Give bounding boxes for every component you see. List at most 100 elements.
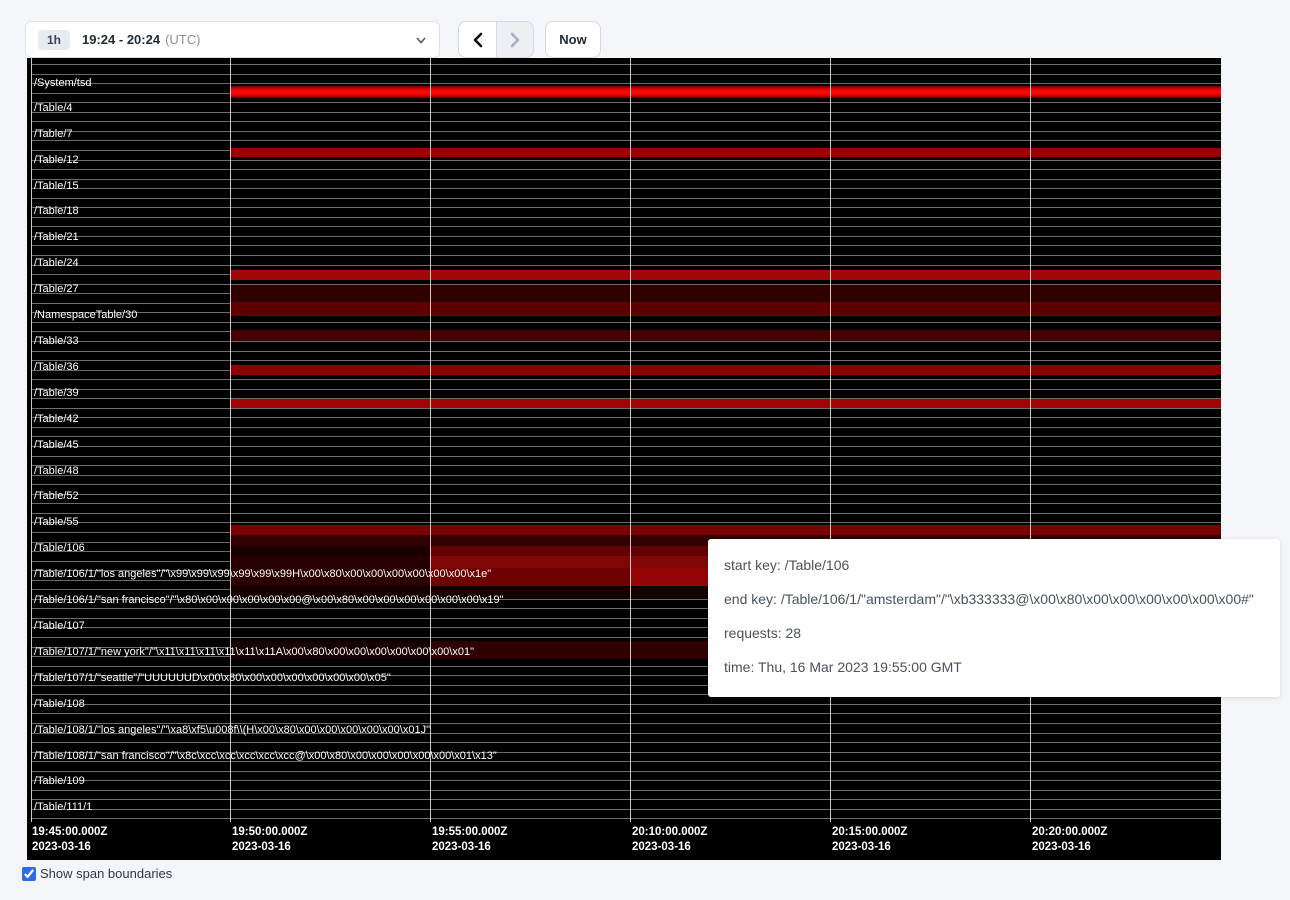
chevron-down-icon bbox=[415, 34, 427, 46]
time-gridline bbox=[1030, 58, 1031, 822]
row-key-label: /Table/48 bbox=[34, 465, 79, 477]
span-boundary-line bbox=[31, 818, 1221, 819]
span-boundary-line bbox=[31, 351, 1221, 352]
heat-band bbox=[230, 525, 1221, 535]
span-boundary-line bbox=[31, 64, 1221, 65]
span-boundary-line bbox=[31, 503, 1221, 504]
timezone-label: (UTC) bbox=[165, 32, 200, 47]
x-axis-tick: 20:20:00.000Z2023-03-16 bbox=[1032, 825, 1107, 855]
span-boundary-line bbox=[31, 379, 1221, 380]
row-key-label: /Table/52 bbox=[34, 490, 79, 502]
span-boundary-line bbox=[31, 255, 1221, 256]
span-boundary-line bbox=[31, 207, 1221, 208]
show-span-boundaries-label: Show span boundaries bbox=[40, 866, 172, 881]
chevron-left-icon bbox=[471, 32, 485, 48]
row-key-label: /Table/106 bbox=[34, 542, 85, 554]
span-boundary-line bbox=[31, 522, 1221, 523]
row-key-label: /Table/12 bbox=[34, 154, 79, 166]
heat-band bbox=[230, 330, 1221, 341]
show-span-boundaries-checkbox[interactable] bbox=[22, 867, 36, 881]
span-boundary-line bbox=[31, 236, 1221, 237]
span-boundary-line bbox=[31, 245, 1221, 246]
span-boundary-line bbox=[31, 427, 1221, 428]
keyvis-heatmap-canvas[interactable]: /System/tsd/Table/4/Table/7/Table/12/Tab… bbox=[27, 58, 1221, 860]
span-boundary-line bbox=[31, 484, 1221, 485]
time-gridline bbox=[430, 58, 431, 822]
heat-band bbox=[230, 546, 430, 556]
heat-band bbox=[230, 270, 1221, 280]
row-key-label: /Table/108 bbox=[34, 698, 85, 710]
time-gridline bbox=[31, 58, 32, 822]
time-gridline bbox=[630, 58, 631, 822]
row-key-label: /Table/107 bbox=[34, 620, 85, 632]
span-boundary-line bbox=[31, 771, 1221, 772]
row-key-label: /Table/33 bbox=[34, 335, 79, 347]
heat-band bbox=[230, 302, 1221, 316]
span-boundary-line bbox=[31, 809, 1221, 810]
row-key-label: /Table/42 bbox=[34, 413, 79, 425]
span-boundary-line bbox=[31, 188, 1221, 189]
span-boundary-line bbox=[31, 265, 1221, 266]
x-axis-tick: 20:10:00.000Z2023-03-16 bbox=[632, 825, 707, 855]
x-axis-tick: 19:45:00.000Z2023-03-16 bbox=[32, 825, 107, 855]
row-key-label: /Table/21 bbox=[34, 231, 79, 243]
span-boundary-line bbox=[31, 389, 1221, 390]
span-boundary-line bbox=[31, 83, 1221, 84]
prev-interval-button[interactable] bbox=[458, 21, 496, 58]
span-boundary-line bbox=[31, 160, 1221, 161]
time-gridline bbox=[830, 58, 831, 822]
tooltip-requests: requests: 28 bbox=[724, 616, 1264, 650]
row-key-label: /Table/7 bbox=[34, 128, 73, 140]
span-boundary-line bbox=[31, 446, 1221, 447]
time-nav-group bbox=[458, 21, 534, 58]
span-boundary-line bbox=[31, 465, 1221, 466]
time-gridline bbox=[230, 58, 231, 822]
span-boundary-line bbox=[31, 198, 1221, 199]
span-boundary-line bbox=[31, 513, 1221, 514]
span-boundary-line bbox=[31, 112, 1221, 113]
span-boundary-line bbox=[31, 74, 1221, 75]
row-key-label: /Table/106/1/"san francisco"/"\x80\x00\x… bbox=[34, 594, 504, 606]
row-key-label: /Table/24 bbox=[34, 257, 79, 269]
row-key-label: /Table/36 bbox=[34, 361, 79, 373]
row-key-label: /Table/108/1/"san francisco"/"\x8c\xcc\x… bbox=[34, 750, 497, 762]
now-button[interactable]: Now bbox=[545, 21, 601, 58]
heat-band bbox=[230, 399, 1221, 408]
span-boundary-line bbox=[31, 436, 1221, 437]
span-boundary-line bbox=[31, 417, 1221, 418]
heat-band bbox=[230, 86, 1221, 98]
tooltip-start-key: start key: /Table/106 bbox=[724, 548, 1264, 582]
next-interval-button[interactable] bbox=[496, 21, 534, 58]
heat-band bbox=[230, 148, 1221, 157]
span-boundary-line bbox=[31, 169, 1221, 170]
span-boundary-line bbox=[31, 341, 1221, 342]
span-boundary-line bbox=[31, 780, 1221, 781]
row-key-label: /Table/107/1/"seattle"/"UUUUUUD\x00\x80\… bbox=[34, 672, 391, 684]
heat-band bbox=[230, 556, 430, 568]
duration-badge: 1h bbox=[38, 30, 70, 50]
x-axis-tick: 20:15:00.000Z2023-03-16 bbox=[832, 825, 907, 855]
time-range-selector[interactable]: 1h 19:24 - 20:24 (UTC) bbox=[25, 21, 440, 58]
row-key-label: /Table/108/1/"los angeles"/"\xa8\xf5\u00… bbox=[34, 724, 430, 736]
x-axis-tick: 19:50:00.000Z2023-03-16 bbox=[232, 825, 307, 855]
row-key-label: /Table/15 bbox=[34, 180, 79, 192]
toolbar: 1h 19:24 - 20:24 (UTC) Now bbox=[0, 0, 1290, 58]
span-boundary-line bbox=[31, 360, 1221, 361]
row-key-label: /Table/45 bbox=[34, 439, 79, 451]
row-key-label: /Table/109 bbox=[34, 775, 85, 787]
span-boundary-line bbox=[31, 226, 1221, 227]
heat-band bbox=[230, 285, 1221, 302]
row-key-label: /Table/106/1/"los angeles"/"\x99\x99\x99… bbox=[34, 568, 491, 580]
span-boundary-line bbox=[31, 494, 1221, 495]
span-boundary-line bbox=[31, 140, 1221, 141]
span-boundary-line bbox=[31, 179, 1221, 180]
footer: Show span boundaries bbox=[22, 866, 172, 881]
span-boundary-line bbox=[31, 102, 1221, 103]
span-boundary-line bbox=[31, 742, 1221, 743]
time-range-label: 19:24 - 20:24 bbox=[82, 32, 160, 47]
x-axis-tick: 19:55:00.000Z2023-03-16 bbox=[432, 825, 507, 855]
span-boundary-line bbox=[31, 799, 1221, 800]
tooltip-end-key: end key: /Table/106/1/"amsterdam"/"\xb33… bbox=[724, 582, 1264, 616]
row-key-label: /System/tsd bbox=[34, 77, 91, 89]
span-boundary-line bbox=[31, 322, 1221, 323]
